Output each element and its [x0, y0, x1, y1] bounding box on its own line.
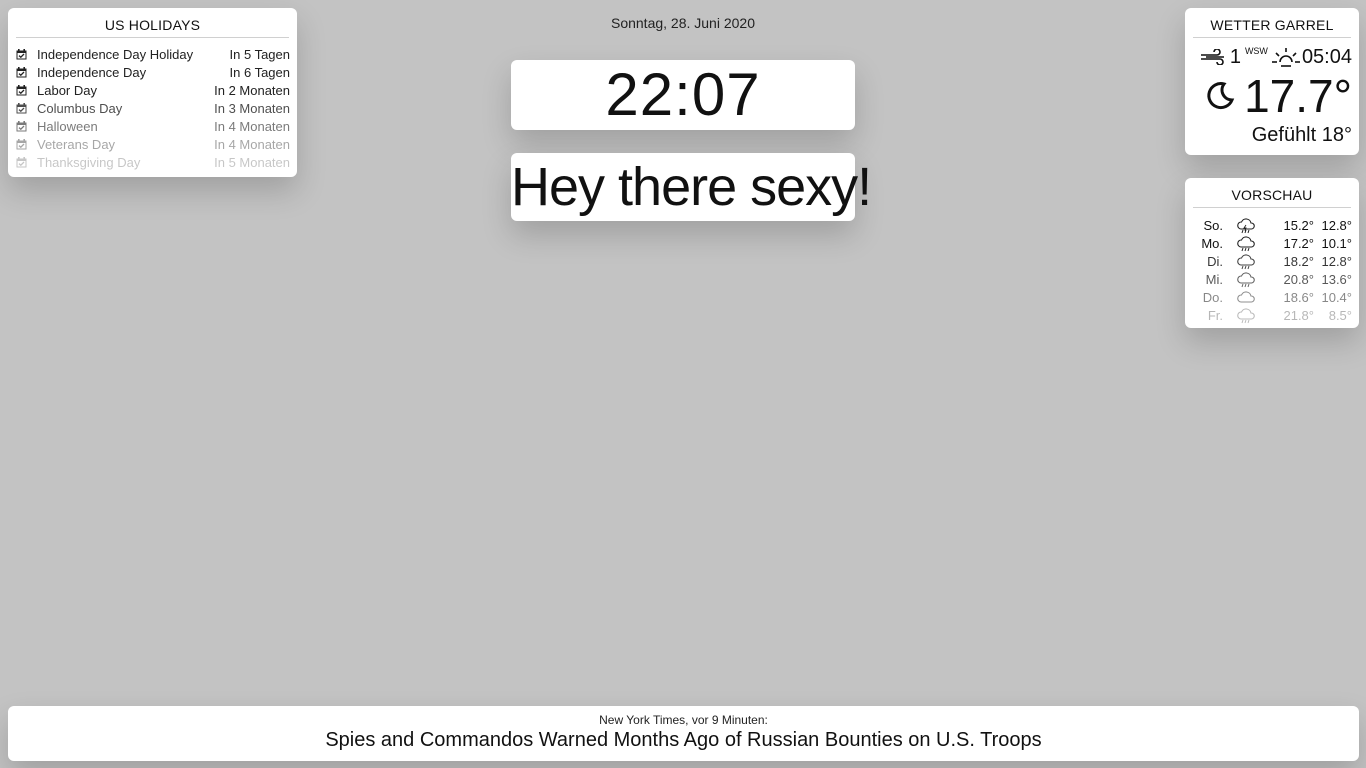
calendar-check-icon [16, 102, 27, 114]
calendar-event-time: In 4 Monaten [214, 136, 290, 152]
calendar-module: US HOLIDAYS Independence Day Holiday In 5… [8, 8, 297, 177]
forecast-max-temp: 20.8° [1283, 271, 1314, 287]
sunrise-time: 05:04 [1301, 45, 1352, 68]
calendar-event: Halloween In 4 Monaten [16, 117, 290, 135]
forecast-day: Fr. [1207, 307, 1223, 323]
calendar-event-list: Independence Day Holiday In 5 Tagen Indepe… [8, 38, 297, 171]
forecast-max-temp: 18.2° [1283, 253, 1314, 269]
calendar-event: Independence Day Holiday In 5 Tagen [16, 45, 290, 63]
weather-header: WETTER GARREL [1193, 8, 1351, 38]
rain-icon [1223, 306, 1269, 324]
forecast-min-temp: 10.1° [1321, 235, 1352, 251]
sunrise-icon [1271, 46, 1300, 68]
calendar-check-icon [16, 84, 27, 96]
calendar-event-title: Labor Day [37, 82, 97, 98]
calendar-check-icon [16, 66, 27, 78]
calendar-check-icon [16, 120, 27, 132]
calendar-event: Independence Day In 6 Tagen [16, 63, 290, 81]
calendar-event: Veterans Day In 4 Monaten [16, 135, 290, 153]
forecast-row: Do. 18.6° 10.4° [1193, 288, 1352, 306]
forecast-row: Mi. 20.8° 13.6° [1193, 270, 1352, 288]
newsfeed-module: New York Times, vor 9 Minuten: Spies and… [8, 706, 1359, 761]
news-headline: Spies and Commandos Warned Months Ago of… [325, 729, 1042, 751]
calendar-event-time: In 5 Monaten [214, 154, 290, 170]
forecast-row: Fr. 21.8° 8.5° [1193, 306, 1352, 324]
forecast-day: Di. [1207, 253, 1223, 269]
forecast-row: Di. 18.2° 12.8° [1193, 252, 1352, 270]
wind-speed: 1 [1229, 45, 1241, 68]
forecast-max-temp: 21.8° [1283, 307, 1314, 323]
compliment-module: Hey there sexy! [511, 153, 872, 221]
forecast-min-temp: 13.6° [1321, 271, 1352, 287]
forecast-day: Do. [1202, 289, 1223, 305]
calendar-event: Thanksgiving Day In 5 Monaten [16, 153, 290, 171]
forecast-list: So. 15.2° 12.8° Mo. 17.2° 10.1° Di. 18.2° 12.8° M… [1185, 208, 1359, 324]
calendar-check-icon [16, 156, 27, 168]
clock-time: 22:07 [605, 61, 761, 128]
rain-icon [1223, 252, 1269, 270]
current-temperature: 17.7° [1244, 70, 1352, 122]
forecast-max-temp: 18.6° [1283, 289, 1314, 305]
forecast-row: So. 15.2° 12.8° [1193, 216, 1352, 234]
calendar-event-title: Independence Day Holiday [37, 46, 194, 62]
cloudy-icon [1223, 289, 1269, 305]
calendar-header: US HOLIDAYS [16, 8, 289, 38]
compliment-text: Hey there sexy! [511, 157, 872, 217]
forecast-day: So. [1203, 217, 1223, 233]
calendar-check-icon [16, 138, 27, 150]
forecast-max-temp: 15.2° [1283, 217, 1314, 233]
calendar-event-title: Columbus Day [37, 100, 123, 116]
wind-icon [1200, 49, 1226, 65]
clock-module: 22:07 [511, 60, 855, 130]
forecast-header: VORSCHAU [1193, 178, 1351, 208]
calendar-event-time: In 3 Monaten [214, 100, 290, 116]
forecast-min-temp: 12.8° [1321, 217, 1352, 233]
rain-icon [1223, 270, 1269, 288]
current-date: Sonntag, 28. Juni 2020 [610, 15, 755, 31]
calendar-event-title: Veterans Day [37, 136, 116, 152]
weather-temperature-row: 17.7° [1185, 70, 1359, 122]
calendar-check-icon [16, 48, 27, 60]
calendar-event: Columbus Day In 3 Monaten [16, 99, 290, 117]
wind-direction: WSW [1244, 46, 1268, 56]
weather-wind-sunrise-row: 1 WSW 05:04 [1185, 38, 1359, 70]
rain-icon [1223, 234, 1269, 252]
calendar-event-time: In 6 Tagen [229, 64, 290, 80]
current-weather-module: WETTER GARREL 1 WSW 05:04 17.7° Gefühlt … [1185, 8, 1359, 155]
calendar-event-title: Halloween [37, 118, 98, 134]
calendar-event-time: In 2 Monaten [214, 82, 290, 98]
calendar-event-time: In 4 Monaten [214, 118, 290, 134]
forecast-row: Mo. 17.2° 10.1° [1193, 234, 1352, 252]
forecast-day: Mi. [1205, 271, 1223, 287]
forecast-min-temp: 8.5° [1328, 307, 1352, 323]
thunderstorm-rain-icon [1223, 216, 1269, 234]
calendar-event-time: In 5 Tagen [229, 46, 290, 62]
calendar-event: Labor Day In 2 Monaten [16, 81, 290, 99]
forecast-day: Mo. [1201, 235, 1223, 251]
calendar-event-title: Thanksgiving Day [37, 154, 141, 170]
night-clear-moon-icon [1204, 80, 1236, 112]
weather-forecast-module: VORSCHAU So. 15.2° 12.8° Mo. 17.2° 10.1° Di. 18… [1185, 178, 1359, 328]
forecast-min-temp: 12.8° [1321, 253, 1352, 269]
calendar-event-title: Independence Day [37, 64, 147, 80]
news-source: New York Times, vor 9 Minuten: [599, 713, 768, 727]
feels-like-temperature: Gefühlt 18° [1251, 124, 1352, 146]
forecast-max-temp: 17.2° [1283, 235, 1314, 251]
forecast-min-temp: 10.4° [1321, 289, 1352, 305]
